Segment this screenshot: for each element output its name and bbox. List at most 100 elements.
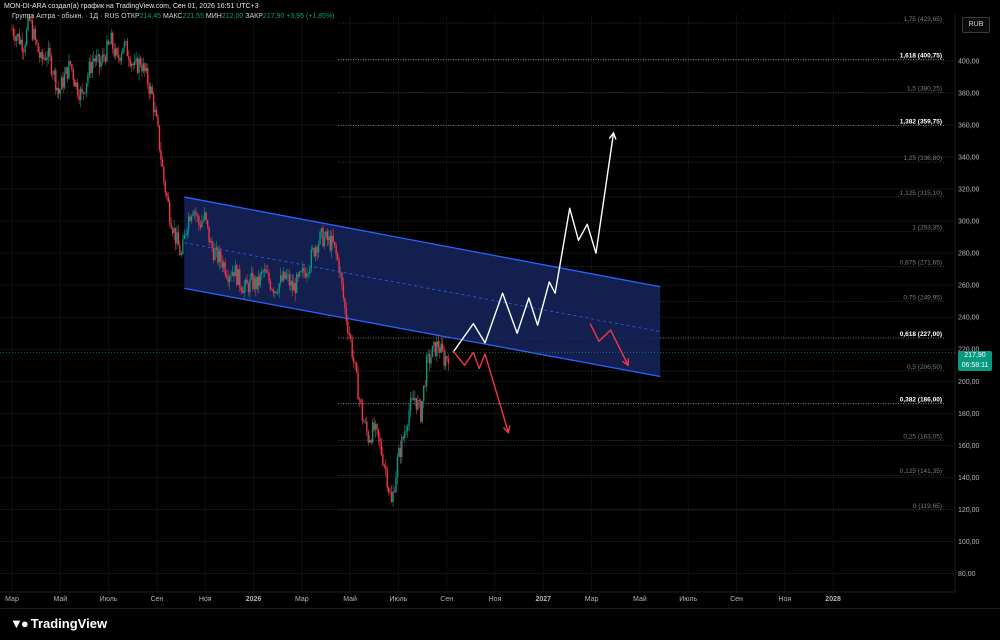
symbol-name[interactable]: Группа Астра - обыкн. · 1Д · RUS — [12, 13, 119, 20]
candle-body — [390, 492, 393, 502]
candle-body — [120, 53, 123, 61]
candle-body — [123, 42, 126, 49]
high-label: МАКС — [162, 13, 183, 20]
candle-body — [298, 271, 301, 277]
candle-body — [335, 245, 337, 254]
candle-body — [139, 58, 142, 66]
candle-body — [79, 88, 82, 100]
candle-body — [77, 82, 79, 96]
candle-body — [198, 216, 200, 225]
tradingview-logo-icon: ▼● — [10, 616, 29, 631]
candle-body — [345, 307, 348, 322]
candle-body — [87, 74, 89, 84]
time-tick-label: 2027 — [536, 596, 552, 603]
candle-body — [103, 54, 105, 58]
candle-body — [363, 420, 365, 422]
candle-body — [369, 440, 371, 443]
candle-body — [195, 211, 197, 216]
price-chart[interactable]: 1,75 (423,65) 1,618 (400,75) 1,5 (380,25) 1… — [0, 0, 1000, 639]
candle-body — [37, 43, 39, 53]
candle-body — [377, 429, 380, 439]
candle-body — [409, 398, 412, 411]
candle-body — [247, 283, 250, 293]
candle-body — [201, 221, 203, 228]
candle-body — [258, 276, 260, 286]
price-tick-label: 360,00 — [958, 122, 980, 129]
candle-body — [406, 426, 409, 431]
candle-body — [333, 241, 336, 246]
header-bar: MON-DI-ARA создал(а) график на TradingVi… — [0, 0, 1000, 20]
candle-body — [50, 56, 53, 75]
candle-body — [233, 271, 235, 277]
candle-body — [351, 338, 353, 358]
candle-body — [379, 438, 381, 442]
candle-body — [100, 61, 102, 67]
candle-body — [350, 335, 352, 339]
candle-body — [408, 410, 410, 427]
candle-body — [263, 269, 266, 272]
time-tick-label: Май — [53, 595, 67, 603]
currency-button[interactable]: RUB — [962, 17, 990, 33]
candle-body — [110, 32, 112, 44]
candle-body — [78, 95, 80, 100]
price-tick-label: 340,00 — [958, 155, 980, 162]
candle-body — [319, 231, 321, 244]
candle-body — [300, 271, 302, 273]
candle-body — [189, 216, 191, 221]
candle-body — [446, 356, 448, 359]
candle-body — [259, 273, 261, 286]
candle-body — [154, 109, 156, 113]
candle-body — [133, 61, 136, 66]
candle-body — [112, 32, 114, 49]
candle-body — [411, 397, 413, 399]
candle-body — [199, 224, 202, 228]
candle-body — [221, 261, 223, 268]
candle-body — [41, 52, 44, 59]
candle-body — [380, 441, 383, 455]
change-value: +3,95 (+1,85%) — [286, 13, 335, 20]
candle-body — [312, 248, 314, 250]
candle-body — [228, 276, 231, 282]
candle-body — [231, 271, 234, 276]
candle-body — [437, 341, 440, 348]
candle-body — [217, 247, 219, 263]
candle-body — [214, 249, 216, 261]
candle-body — [395, 476, 397, 493]
candle-body — [193, 211, 196, 213]
candle-body — [285, 274, 288, 279]
candle-body — [304, 272, 307, 278]
tradingview-logo[interactable]: ▼● TradingView — [10, 616, 107, 631]
candle-body — [323, 237, 326, 247]
candle-body — [168, 201, 171, 223]
candle-body — [294, 282, 296, 293]
candle-body — [186, 229, 188, 235]
last-price-value: 217,90 — [964, 352, 986, 359]
candle-body — [218, 250, 221, 263]
time-tick-label: Мар — [295, 596, 309, 603]
candle-body — [163, 166, 165, 182]
candle-body — [252, 272, 254, 289]
candle-body — [122, 48, 124, 54]
price-tick-label: 180,00 — [958, 411, 980, 418]
candle-body — [33, 29, 35, 40]
candle-body — [301, 268, 304, 272]
candle-body — [412, 397, 415, 401]
candle-body — [405, 430, 407, 432]
candle-body — [316, 247, 318, 253]
price-tick-label: 280,00 — [958, 251, 980, 258]
price-tick-label: 260,00 — [958, 283, 980, 290]
candle-body — [256, 276, 258, 290]
time-tick-label: Сен — [440, 596, 453, 603]
candle-body — [392, 491, 394, 502]
candle-body — [62, 77, 64, 88]
candle-body — [39, 52, 41, 58]
candle-body — [439, 347, 441, 353]
time-tick-label: 2028 — [825, 596, 841, 603]
candle-body — [15, 36, 18, 41]
candle-body — [329, 236, 331, 251]
candle-body — [260, 271, 263, 274]
candle-body — [393, 491, 396, 493]
candle-body — [166, 192, 168, 196]
candle-body — [21, 39, 23, 52]
candle-body — [313, 248, 315, 257]
